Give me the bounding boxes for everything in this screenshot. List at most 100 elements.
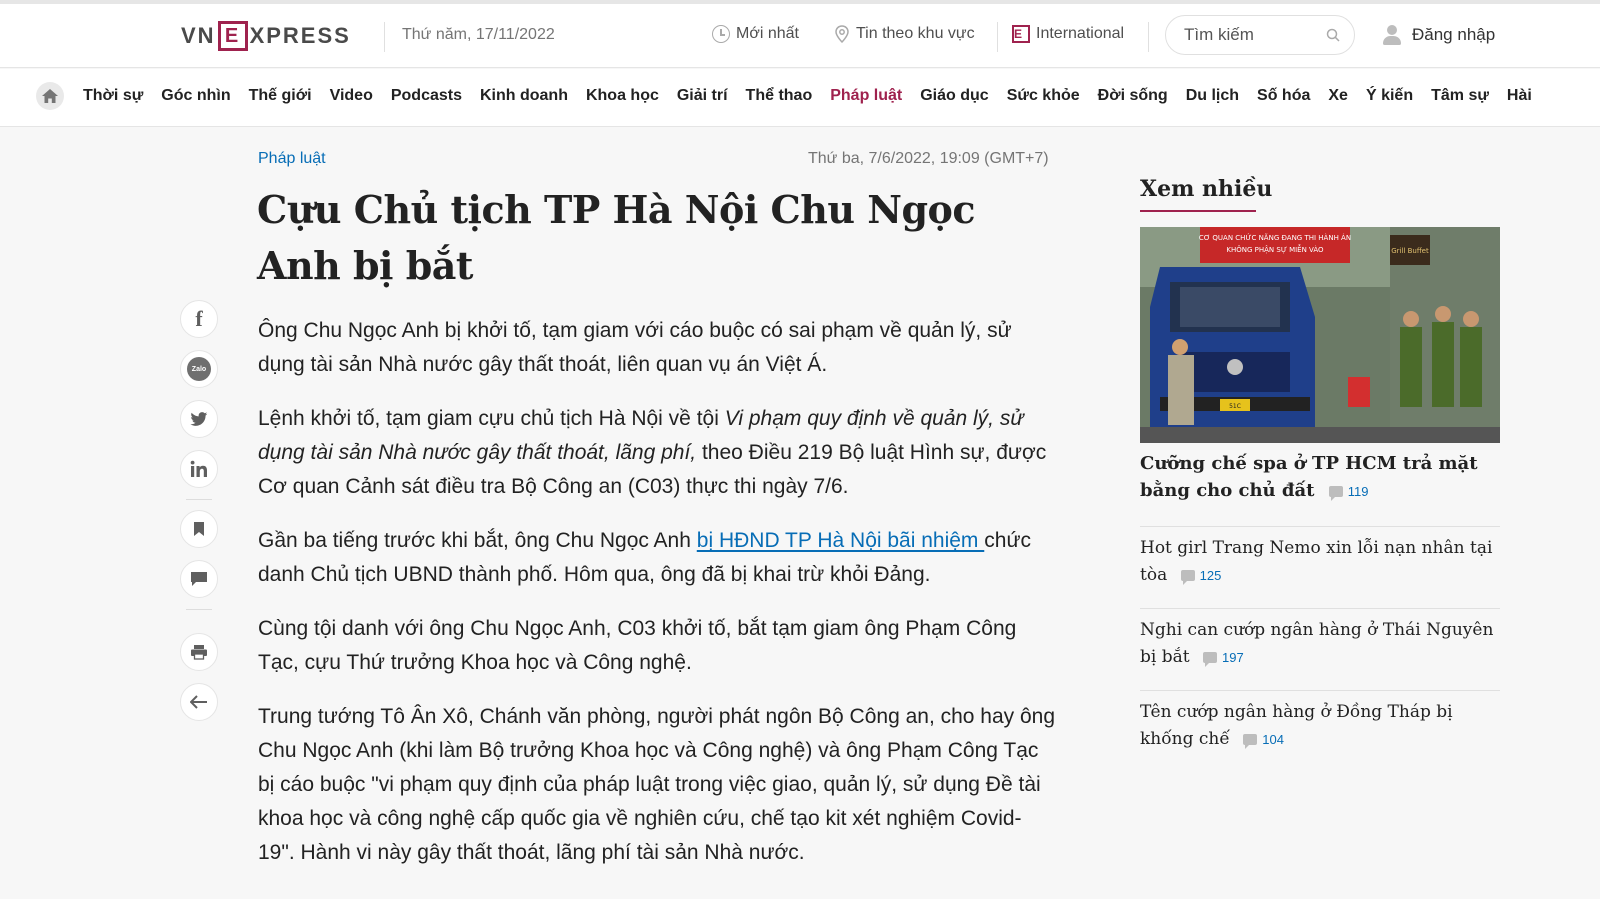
- regional-news-link[interactable]: Tin theo khu vực: [834, 25, 975, 43]
- page-content: Pháp luật Thứ ba, 7/6/2022, 19:09 (GMT+7…: [0, 128, 1600, 899]
- header-divider: [997, 22, 998, 52]
- nav-list: Thời sự Góc nhìn Thế giới Video Podcasts Kinh…: [83, 87, 1532, 105]
- back-button[interactable]: [180, 683, 218, 721]
- nav-item[interactable]: Khoa học: [586, 87, 659, 105]
- nav-item[interactable]: Sức khỏe: [1007, 87, 1080, 105]
- home-button[interactable]: [36, 82, 64, 110]
- most-read-divider: [1140, 690, 1500, 691]
- nav-item[interactable]: Video: [330, 87, 373, 105]
- nav-item[interactable]: Giáo dục: [920, 87, 988, 105]
- most-read-divider: [1140, 608, 1500, 609]
- linkedin-share-button[interactable]: [180, 450, 218, 488]
- logo-text-right: XPRESS: [249, 23, 351, 48]
- most-read-title: Cưỡng chế spa ở TP HCM trả mặt bằng cho …: [1140, 453, 1478, 501]
- zalo-share-button[interactable]: Zalo: [180, 350, 218, 388]
- logo-text-left: VN: [181, 23, 216, 48]
- home-icon: [42, 89, 58, 103]
- comment-count[interactable]: 104: [1243, 726, 1284, 753]
- nav-item[interactable]: Đời sống: [1098, 87, 1168, 105]
- nav-item[interactable]: Giải trí: [677, 87, 728, 105]
- comment-count[interactable]: 197: [1202, 644, 1244, 671]
- facebook-icon: f: [195, 306, 203, 331]
- latest-news-label: Mới nhất: [736, 25, 799, 42]
- print-button[interactable]: [180, 633, 218, 671]
- site-header: VN E XPRESS Thứ năm, 17/11/2022 Mới nhất…: [0, 4, 1600, 68]
- comment-button[interactable]: [180, 560, 218, 598]
- most-read-title: Tên cướp ngân hàng ở Đồng Tháp bị khống …: [1140, 702, 1453, 749]
- regional-news-label: Tin theo khu vực: [856, 25, 975, 42]
- international-label: International: [1036, 25, 1125, 42]
- shop-sign: Grill Buffet: [1391, 247, 1429, 255]
- facebook-share-button[interactable]: f: [180, 300, 218, 338]
- bookmark-icon: [194, 522, 204, 536]
- banner-text: CƠ QUAN CHỨC NĂNG ĐANG THI HÀNH ÁN: [1199, 233, 1351, 242]
- linkedin-icon: [190, 460, 207, 477]
- comment-bubble-icon: [1202, 652, 1217, 667]
- share-divider: [186, 609, 212, 610]
- search-icon[interactable]: [1326, 28, 1340, 42]
- article-paragraph: Lệnh khởi tố, tạm giam cựu chủ tịch Hà N…: [258, 407, 1047, 498]
- comment-bubble-icon: [1243, 734, 1258, 749]
- nav-item[interactable]: Thế giới: [249, 87, 312, 105]
- svg-text:KHÔNG PHẬN SỰ MIỄN VÀO: KHÔNG PHẬN SỰ MIỄN VÀO: [1226, 244, 1324, 254]
- most-read-item[interactable]: Nghi can cướp ngân hàng ở Thái Nguyên bị…: [1140, 617, 1500, 671]
- arrow-left-icon: [190, 695, 207, 709]
- nav-item[interactable]: Hài: [1507, 87, 1532, 105]
- clock-icon: [712, 25, 730, 43]
- related-article-link[interactable]: bị HĐND TP Hà Nội bãi nhiệm: [697, 529, 985, 552]
- logo-box: E: [217, 21, 248, 51]
- vnexpress-logo[interactable]: VN E XPRESS: [181, 20, 351, 52]
- international-e-icon: E: [1012, 25, 1030, 43]
- search-box: [1165, 15, 1355, 55]
- nav-item[interactable]: Thể thao: [746, 87, 813, 105]
- svg-text:51C: 51C: [1229, 403, 1241, 410]
- nav-item[interactable]: Kinh doanh: [480, 87, 568, 105]
- article-paragraph: Gần ba tiếng trước khi bắt, ông Chu Ngọc…: [258, 529, 1032, 586]
- login-link[interactable]: Đăng nhập: [1382, 25, 1495, 45]
- article-paragraph: Trung tướng Tô Ân Xô, Chánh văn phòng, n…: [258, 705, 1056, 864]
- twitter-icon: [190, 411, 208, 426]
- most-read-item[interactable]: Tên cướp ngân hàng ở Đồng Tháp bị khống …: [1140, 699, 1500, 753]
- article-paragraph: Cùng tội danh với ông Chu Ngọc Anh, C03 …: [258, 617, 1017, 674]
- nav-item[interactable]: Xe: [1328, 87, 1348, 105]
- international-link[interactable]: E International: [1012, 25, 1124, 43]
- twitter-share-button[interactable]: [180, 400, 218, 438]
- comment-count[interactable]: 119: [1328, 478, 1369, 505]
- nav-item[interactable]: Du lịch: [1186, 87, 1239, 105]
- comment-icon: [191, 572, 207, 586]
- header-divider: [1148, 22, 1149, 52]
- main-nav: Thời sự Góc nhìn Thế giới Video Podcasts Kinh…: [0, 69, 1600, 127]
- most-read-thumbnail[interactable]: CƠ QUAN CHỨC NĂNG ĐANG THI HÀNH ÁN KHÔNG…: [1140, 227, 1500, 443]
- most-read-title: Nghi can cướp ngân hàng ở Thái Nguyên bị…: [1140, 620, 1494, 667]
- article-date: Thứ ba, 7/6/2022, 19:09 (GMT+7): [808, 150, 1049, 167]
- most-read-heading: Xem nhiều: [1140, 176, 1273, 202]
- article-title: Cựu Chủ tịch TP Hà Nội Chu Ngọc Anh bị b…: [257, 187, 976, 288]
- login-label: Đăng nhập: [1412, 25, 1496, 44]
- nav-item[interactable]: Pháp luật: [830, 87, 902, 105]
- current-date: Thứ năm, 17/11/2022: [402, 26, 555, 43]
- most-read-underline: [1140, 210, 1256, 212]
- article-lead: Ông Chu Ngọc Anh bị khởi tố, tạm giam vớ…: [258, 319, 1012, 376]
- search-input[interactable]: [1184, 25, 1314, 45]
- nav-item[interactable]: Tâm sự: [1431, 87, 1489, 105]
- header-divider: [384, 22, 385, 52]
- nav-item[interactable]: Góc nhìn: [161, 87, 230, 105]
- latest-news-link[interactable]: Mới nhất: [712, 25, 799, 43]
- comment-bubble-icon: [1180, 570, 1195, 585]
- location-pin-icon: [835, 25, 849, 43]
- nav-item[interactable]: Thời sự: [83, 87, 143, 105]
- comment-count[interactable]: 125: [1180, 562, 1221, 589]
- article-body: Ông Chu Ngọc Anh bị khởi tố, tạm giam vớ…: [258, 314, 1058, 890]
- most-read-divider: [1140, 526, 1500, 527]
- most-read-item[interactable]: Cưỡng chế spa ở TP HCM trả mặt bằng cho …: [1140, 450, 1500, 505]
- breadcrumb-category[interactable]: Pháp luật: [258, 150, 326, 168]
- nav-item[interactable]: Podcasts: [391, 87, 462, 105]
- user-icon: [1382, 25, 1402, 45]
- truck-police-photo: CƠ QUAN CHỨC NĂNG ĐANG THI HÀNH ÁN KHÔNG…: [1140, 227, 1500, 443]
- nav-item[interactable]: Số hóa: [1257, 87, 1310, 105]
- share-divider: [186, 499, 212, 500]
- most-read-item[interactable]: Hot girl Trang Nemo xin lỗi nạn nhân tại…: [1140, 535, 1500, 589]
- nav-item[interactable]: Ý kiến: [1366, 87, 1413, 105]
- bookmark-button[interactable]: [180, 510, 218, 548]
- print-icon: [191, 645, 207, 660]
